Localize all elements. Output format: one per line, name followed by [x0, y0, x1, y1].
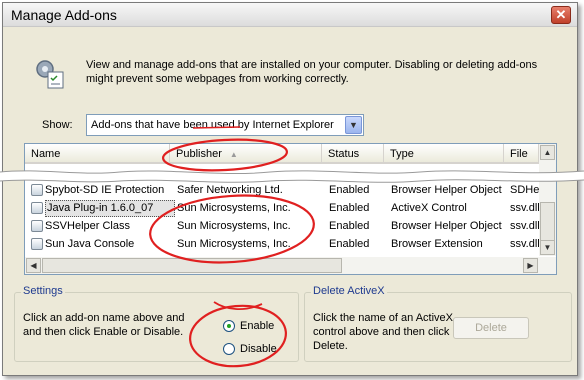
addon-icon	[31, 220, 43, 232]
vertical-scrollbar[interactable]: ▲ ▼	[539, 144, 556, 256]
settings-description: Click an add-on name above and and then …	[23, 312, 185, 338]
addon-icon	[31, 202, 43, 214]
horizontal-scroll-thumb[interactable]	[42, 258, 342, 273]
table-row[interactable]: SSVHelper Class Sun Microsystems, Inc. E…	[25, 218, 540, 236]
scroll-up-icon[interactable]: ▲	[540, 145, 555, 160]
sort-ascending-icon: ▲	[229, 150, 238, 159]
show-label: Show:	[42, 119, 73, 131]
disable-radio-label: Disable	[240, 343, 277, 355]
delete-button[interactable]: Delete	[453, 317, 529, 339]
row-status: Enabled	[329, 202, 370, 214]
enable-radio-label: Enable	[240, 320, 275, 332]
table-row-selected[interactable]: Java Plug-in 1.6.0_07 Sun Microsystems, …	[25, 200, 540, 218]
close-button[interactable]: ✕	[551, 6, 571, 24]
row-name: Sun Java Console	[45, 238, 135, 250]
row-file: ssv.dll	[510, 220, 540, 232]
row-status: Enabled	[329, 238, 370, 250]
row-file: ssv.dll	[510, 238, 540, 250]
column-header-status[interactable]: Status	[322, 144, 384, 164]
row-publisher: Sun Microsystems, Inc.	[177, 220, 291, 232]
settings-group: Settings Click an add-on name above and …	[14, 285, 299, 362]
intro-text: View and manage add-ons that are install…	[86, 59, 538, 85]
row-type: Browser Extension	[391, 238, 483, 250]
scroll-left-icon[interactable]: ◀	[26, 258, 41, 273]
radio-selected-icon[interactable]	[223, 320, 235, 332]
delete-activex-legend: Delete ActiveX	[311, 285, 387, 297]
delete-activex-group: Delete ActiveX Click the name of an Acti…	[304, 285, 572, 362]
row-file: ssv.dll	[510, 202, 540, 214]
row-status: Enabled	[329, 220, 370, 232]
column-header-name[interactable]: Name	[25, 144, 170, 164]
row-type: Browser Helper Object	[391, 220, 502, 232]
enable-radio[interactable]: Enable	[223, 319, 303, 335]
title-bar: Manage Add-ons ✕	[3, 3, 577, 27]
addons-gear-icon	[36, 60, 64, 89]
scroll-right-icon[interactable]: ▶	[523, 258, 538, 273]
settings-legend: Settings	[21, 285, 65, 297]
row-name: Java Plug-in 1.6.0_07	[47, 202, 154, 214]
disable-radio[interactable]: Disable	[223, 342, 303, 358]
column-header-publisher[interactable]: Publisher ▲	[170, 144, 322, 164]
show-dropdown-value: Add-ons that have been used by Internet …	[91, 119, 334, 131]
addon-icon	[31, 238, 43, 250]
horizontal-scrollbar[interactable]: ◀ ▶	[25, 257, 556, 274]
addons-list[interactable]: Name Publisher ▲ Status Type File Spybot-…	[24, 143, 557, 275]
table-row[interactable]: Sun Java Console Sun Microsystems, Inc. …	[25, 236, 540, 254]
row-publisher: Sun Microsystems, Inc.	[177, 238, 291, 250]
row-name: SSVHelper Class	[45, 220, 130, 232]
window-title: Manage Add-ons	[11, 7, 117, 23]
row-type: ActiveX Control	[391, 202, 467, 214]
show-dropdown[interactable]: Add-ons that have been used by Internet …	[86, 114, 364, 136]
vertical-scroll-thumb[interactable]	[540, 202, 555, 242]
delete-activex-description: Click the name of an ActiveX control abo…	[313, 312, 454, 352]
torn-edge-divider	[0, 170, 584, 183]
chevron-down-icon[interactable]: ▼	[345, 116, 362, 134]
column-header-type[interactable]: Type	[384, 144, 504, 164]
scroll-down-icon[interactable]: ▼	[540, 240, 555, 255]
row-publisher: Sun Microsystems, Inc.	[177, 202, 291, 214]
column-header-file[interactable]: File	[504, 144, 539, 164]
radio-unselected-icon[interactable]	[223, 343, 235, 355]
